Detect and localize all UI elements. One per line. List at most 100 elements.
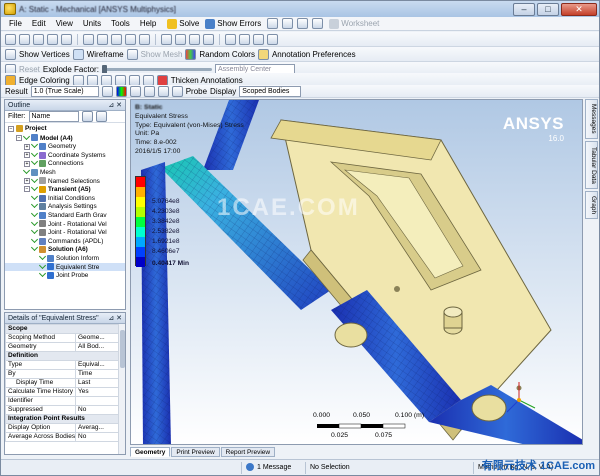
details-row[interactable]: By Time [5,369,119,379]
show-errors-button[interactable]: Show Errors [205,18,261,29]
tree-item[interactable]: Joint - Rotational Vel [5,228,125,237]
pan-view-icon[interactable] [97,33,108,45]
tree-item[interactable]: + Coordinate Systems [5,150,125,160]
details-row[interactable]: Geometry All Bod... [5,342,119,352]
isometric-view-icon[interactable] [161,33,172,45]
tree-item[interactable]: + Connections [5,159,125,168]
pin-icon[interactable]: ⊿ ✕ [108,313,122,324]
expand-all-icon[interactable] [95,111,107,122]
menu-file[interactable]: File [4,17,27,31]
property-value[interactable]: Last [75,378,119,388]
next-view-icon[interactable] [189,33,200,45]
tree-item[interactable]: Joint - Rotational Vel [5,219,125,229]
random-colors-button[interactable]: Random Colors [199,50,255,59]
property-value[interactable]: Geome... [75,333,119,343]
worksheet-button[interactable]: Worksheet [329,18,379,29]
edge-style-3-icon[interactable] [100,74,112,86]
details-section[interactable]: Scope [5,324,119,334]
box-zoom-icon[interactable] [125,33,136,45]
zoom-icon[interactable] [267,18,279,29]
details-row[interactable]: Scoping Method Geome... [5,333,119,343]
property-value[interactable]: No [75,432,119,442]
details-section[interactable]: Integration Point Results [5,414,119,424]
graphics-viewport[interactable]: 1CAE.COM B: Static Equivalent Stress Typ… [130,99,583,445]
previous-view-icon[interactable] [175,33,186,45]
annotation-preferences-button[interactable]: Annotation Preferences [272,50,356,59]
edge-style-6-icon[interactable] [142,74,154,86]
tree-item[interactable]: − Model (A4) [5,133,125,143]
single-window-icon[interactable] [225,33,236,45]
expand-toggle[interactable]: + [24,152,30,159]
wireframe-button[interactable]: Wireframe [87,50,124,59]
body-select-icon[interactable] [61,33,72,45]
edge-select-icon[interactable] [33,33,44,45]
scroll-thumb[interactable] [120,330,125,368]
details-row[interactable]: Calculate Time History Yes [5,387,119,397]
tree-item[interactable]: + Geometry [5,142,125,151]
result-scale-select[interactable]: 1.0 (True Scale) [30,85,99,97]
status-messages[interactable]: 1 Message [241,462,303,474]
edge-style-1-icon[interactable] [72,74,84,86]
tree-item[interactable]: − Project [5,125,125,134]
details-row[interactable]: Type Equival... [5,360,119,370]
min-icon[interactable] [157,85,169,97]
edge-coloring-button[interactable]: Edge Coloring [19,76,70,85]
tree-item[interactable]: Equivalent Stre [5,262,125,272]
details-row[interactable]: Identifier [5,396,119,406]
details-row[interactable]: Suppressed No [5,405,119,415]
menu-tools[interactable]: Tools [106,17,135,31]
tab-geometry[interactable]: Geometry [130,447,171,457]
tree-item[interactable]: Solution Inform [5,253,125,263]
tab-graph[interactable]: Graph [585,191,598,219]
expand-toggle[interactable]: − [16,134,22,141]
show-vertices-button[interactable]: Show Vertices [19,50,70,59]
edge-style-4-icon[interactable] [114,74,126,86]
tab-tabular-data[interactable]: Tabular Data [585,141,598,189]
solve-button[interactable]: Solve [167,18,199,29]
expand-toggle[interactable]: − [8,125,14,132]
split-view-icon[interactable] [239,33,250,45]
tree-item[interactable]: Joint Probe [5,271,125,280]
toolbar-icons-group[interactable] [267,18,324,29]
expand-toggle[interactable]: − [24,186,30,193]
expand-toggle[interactable]: + [24,143,30,150]
edges-icon[interactable] [129,85,141,97]
filter-search-icon[interactable] [81,111,93,122]
look-at-icon[interactable] [267,33,278,45]
menu-view[interactable]: View [51,17,78,31]
pin-icon[interactable]: ⊿ ✕ [108,100,122,111]
tab-messages[interactable]: Messages [585,99,598,139]
rotate-view-icon[interactable] [83,33,94,45]
explode-factor-slider[interactable] [101,64,212,74]
details-scrollbar[interactable] [118,324,125,454]
face-select-icon[interactable] [47,33,58,45]
geometry-display-icon[interactable] [101,85,113,97]
arrow-select-icon[interactable] [5,33,16,45]
property-value[interactable]: Time [75,369,119,379]
max-icon[interactable] [143,85,155,97]
pan-icon[interactable] [282,18,294,29]
property-value[interactable] [75,396,119,406]
minimize-button[interactable]: – [513,2,535,16]
property-value[interactable]: All Bod... [75,342,119,352]
tree-item[interactable]: Commands (APDL) [5,236,125,246]
vertex-select-icon[interactable] [19,33,30,45]
select-icon[interactable] [312,18,324,29]
thicken-annotations-button[interactable]: Thicken Annotations [171,76,243,85]
filter-select[interactable]: Name [28,111,79,122]
section-plane-icon[interactable] [253,33,264,45]
ruler-icon[interactable] [203,33,214,45]
edge-style-2-icon[interactable] [86,74,98,86]
tree-item[interactable]: Analysis Settings [5,202,125,211]
menu-edit[interactable]: Edit [27,17,51,31]
tree-item[interactable]: Solution (A6) [5,245,125,254]
tree-item[interactable]: Standard Earth Grav [5,210,125,220]
tree-item[interactable]: Initial Conditions [5,193,125,203]
details-section[interactable]: Definition [5,351,119,361]
expand-toggle[interactable]: + [24,160,30,167]
tree-item[interactable]: − Transient (A5) [5,185,125,194]
probe-button[interactable]: Probe [186,87,207,96]
property-value[interactable]: Averag... [75,423,119,433]
close-button[interactable]: ✕ [561,2,597,16]
maximize-button[interactable]: □ [537,2,559,16]
